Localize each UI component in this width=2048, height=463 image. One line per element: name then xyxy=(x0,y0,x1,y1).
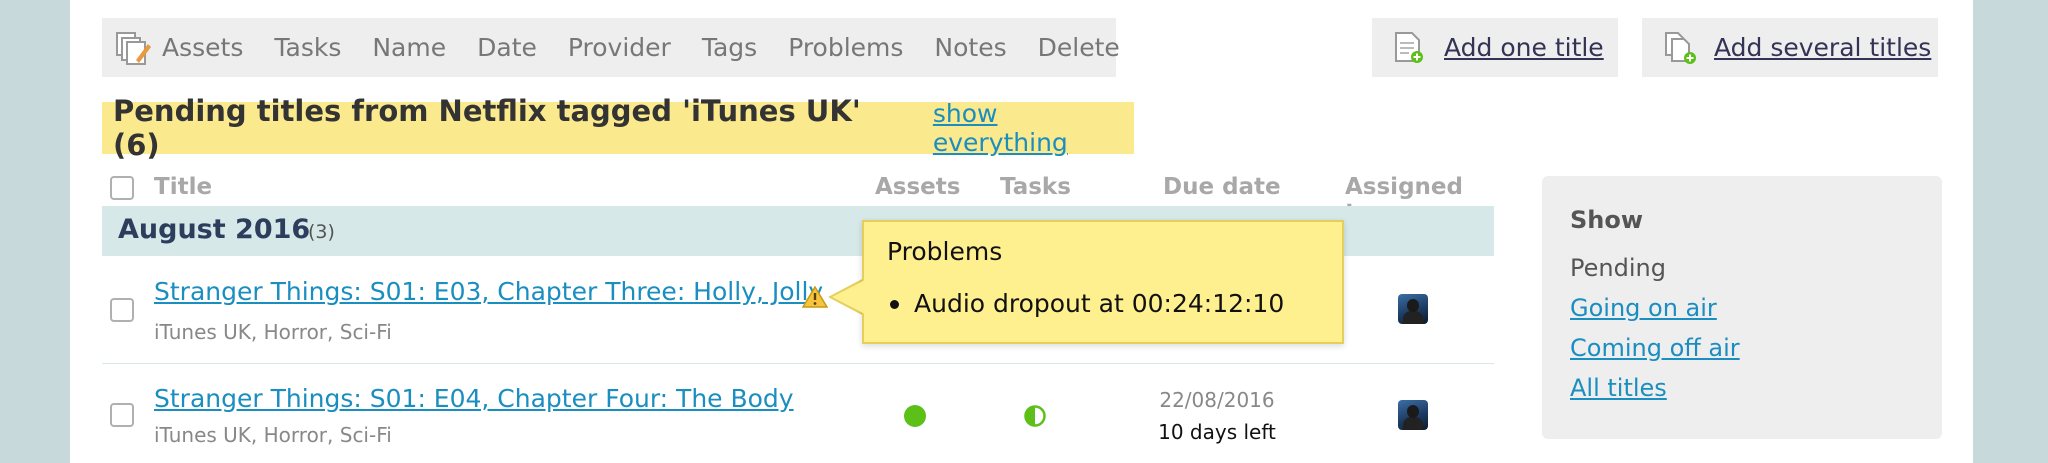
toolbar-assets[interactable]: Assets xyxy=(162,33,243,62)
tooltip-problem-item: Audio dropout at 00:24:12:10 xyxy=(889,289,1285,318)
toolbar-tags[interactable]: Tags xyxy=(702,33,757,62)
select-all-checkbox[interactable] xyxy=(110,176,134,200)
problems-tooltip: Problems Audio dropout at 00:24:12:10 xyxy=(862,220,1344,344)
tasks-half-complete-icon[interactable] xyxy=(1024,405,1046,431)
row-checkbox[interactable] xyxy=(110,298,134,322)
toolbar-notes[interactable]: Notes xyxy=(934,33,1006,62)
header-assets[interactable]: Assets xyxy=(875,174,960,200)
bulk-edit-icon xyxy=(114,30,152,66)
row-title-link[interactable]: Stranger Things: S01: E03, Chapter Three… xyxy=(154,277,823,306)
toolbar-name[interactable]: Name xyxy=(372,33,446,62)
add-several-titles-link[interactable]: Add several titles xyxy=(1714,33,1931,62)
group-count: (3) xyxy=(308,221,335,243)
show-coming-off-air-link[interactable]: Coming off air xyxy=(1570,334,1740,362)
group-label: August 2016 xyxy=(118,214,311,245)
row-tags: iTunes UK, Horror, Sci-Fi xyxy=(154,423,392,447)
show-all-titles-link[interactable]: All titles xyxy=(1570,374,1667,402)
avatar[interactable] xyxy=(1398,294,1428,324)
row-checkbox[interactable] xyxy=(110,403,134,427)
add-document-icon xyxy=(1394,31,1424,65)
header-title[interactable]: Title xyxy=(154,174,212,200)
due-date: 22/08/2016 xyxy=(1159,388,1275,412)
row-tags: iTunes UK, Horror, Sci-Fi xyxy=(154,320,392,344)
tooltip-title: Problems xyxy=(887,237,1003,266)
show-heading: Show xyxy=(1570,206,1644,234)
table-row: Stranger Things: S01: E04, Chapter Four:… xyxy=(102,364,1494,463)
row-title-link[interactable]: Stranger Things: S01: E04, Chapter Four:… xyxy=(154,384,794,413)
toolbar-problems[interactable]: Problems xyxy=(788,33,903,62)
show-everything-link[interactable]: show everything xyxy=(933,99,1134,157)
toolbar-provider[interactable]: Provider xyxy=(568,33,671,62)
header-due-date[interactable]: Due date xyxy=(1163,174,1281,200)
toolbar-tasks[interactable]: Tasks xyxy=(274,33,341,62)
toolbar-delete[interactable]: Delete xyxy=(1038,33,1120,62)
filter-banner-title: Pending titles from Netflix tagged 'iTun… xyxy=(113,94,861,162)
bulk-actions-toolbar: Assets Tasks Name Date Provider Tags Pro… xyxy=(102,18,1120,77)
add-multiple-documents-icon xyxy=(1664,31,1696,65)
add-one-title-link[interactable]: Add one title xyxy=(1444,33,1604,62)
show-going-on-air-link[interactable]: Going on air xyxy=(1570,294,1717,322)
header-tasks[interactable]: Tasks xyxy=(1000,174,1071,200)
show-current-pending: Pending xyxy=(1570,254,1666,282)
avatar[interactable] xyxy=(1398,400,1428,430)
add-one-title-button[interactable]: Add one title xyxy=(1372,18,1618,77)
table-header: Title Assets Tasks Due date Assigned to xyxy=(102,170,1494,226)
add-several-titles-button[interactable]: Add several titles xyxy=(1642,18,1938,77)
days-left: 10 days left xyxy=(1158,420,1276,444)
tooltip-arrow-fill xyxy=(832,280,865,314)
warning-icon[interactable] xyxy=(801,285,829,312)
assets-status-icon[interactable] xyxy=(904,405,926,427)
show-filter-panel: Show Pending Going on air Coming off air… xyxy=(1542,176,1942,439)
filter-banner: Pending titles from Netflix tagged 'iTun… xyxy=(102,94,1134,162)
toolbar-date[interactable]: Date xyxy=(477,33,537,62)
